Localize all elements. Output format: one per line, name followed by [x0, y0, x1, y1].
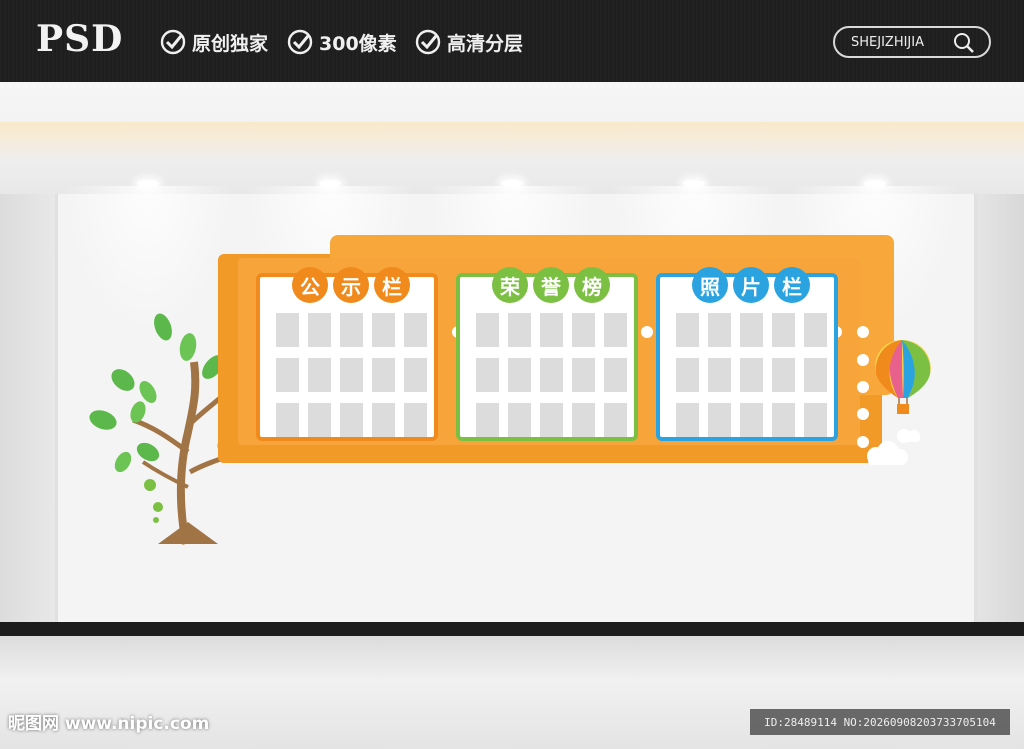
ceiling-spotlight	[501, 180, 523, 187]
photo-slot	[404, 358, 427, 392]
check-circle-icon	[415, 29, 441, 55]
photo-slot	[276, 403, 299, 437]
photo-slot	[508, 403, 531, 437]
photo-slot	[540, 358, 563, 392]
photo-slot	[804, 358, 827, 392]
photo-slot	[476, 313, 499, 347]
psd-logo: PSD	[36, 18, 124, 60]
photo-slot	[540, 313, 563, 347]
ceiling-spotlight	[137, 180, 159, 187]
photo-slot	[676, 313, 699, 347]
title-char: 栏	[774, 267, 810, 303]
feature-label: 原创独家	[192, 32, 269, 55]
photo-slot	[308, 358, 331, 392]
photo-slot	[772, 358, 795, 392]
photo-slot	[740, 358, 763, 392]
photo-slot	[404, 403, 427, 437]
photo-slot	[476, 403, 499, 437]
photo-slot	[308, 313, 331, 347]
photo-slot	[404, 313, 427, 347]
photo-slot	[708, 358, 731, 392]
feature-label: 高清分层	[447, 32, 524, 55]
ceiling-light-glow	[0, 122, 1024, 162]
ceiling-spotlight	[864, 180, 886, 187]
photo-slot	[476, 358, 499, 392]
feature-label: 300像素	[319, 32, 397, 55]
photo-slot	[572, 403, 595, 437]
photo-slot	[340, 358, 363, 392]
photo-slot	[372, 403, 395, 437]
ceiling-spotlight	[683, 180, 705, 187]
photo-slot	[804, 403, 827, 437]
image-id-text: ID:28489114 NO:20260908203733705104	[764, 715, 996, 729]
check-circle-icon	[160, 29, 186, 55]
notice-board-section: 公 示 栏	[256, 267, 438, 441]
photo-slot	[708, 313, 731, 347]
title-char: 照	[692, 267, 728, 303]
photo-slot	[508, 358, 531, 392]
feature-resolution: 300像素	[287, 28, 397, 56]
photo-slot	[604, 313, 627, 347]
photo-slot	[340, 313, 363, 347]
photo-grid	[476, 313, 627, 437]
cloud-decoration	[867, 429, 920, 465]
photo-grid	[676, 313, 827, 437]
photo-board-section: 照 片 栏	[656, 267, 838, 441]
photo-slot	[676, 358, 699, 392]
section-title: 公 示 栏	[292, 267, 410, 303]
photo-slot	[804, 313, 827, 347]
photo-slot	[508, 313, 531, 347]
decor-dot	[641, 326, 653, 338]
title-char: 栏	[374, 267, 410, 303]
photo-slot	[772, 313, 795, 347]
photo-slot	[676, 403, 699, 437]
photo-grid	[276, 313, 427, 437]
feature-original: 原创独家	[160, 28, 268, 56]
photo-slot	[604, 403, 627, 437]
watermark: 昵图网 www.nipic.com	[8, 714, 210, 734]
photo-slot	[772, 403, 795, 437]
ceiling-spotlight	[319, 180, 341, 187]
search-icon[interactable]	[953, 32, 975, 54]
title-char: 榜	[574, 267, 610, 303]
decor-dot	[857, 354, 869, 366]
title-char: 片	[733, 267, 769, 303]
photo-slot	[740, 313, 763, 347]
photo-slot	[572, 313, 595, 347]
section-title: 照 片 栏	[692, 267, 810, 303]
photo-slot	[276, 313, 299, 347]
photo-slot	[540, 403, 563, 437]
photo-slot	[372, 358, 395, 392]
title-char: 誉	[533, 267, 569, 303]
feature-layers: 高清分层	[415, 28, 523, 56]
hot-air-balloon-icon	[875, 340, 931, 414]
image-id-bar: ID:28489114 NO:20260908203733705104	[750, 709, 1010, 735]
photo-slot	[572, 358, 595, 392]
photo-slot	[708, 403, 731, 437]
photo-slot	[308, 403, 331, 437]
title-char: 示	[333, 267, 369, 303]
decor-dot	[857, 408, 869, 420]
photo-slot	[372, 313, 395, 347]
title-char: 公	[292, 267, 328, 303]
search-text: SHEJIZHIJIA	[851, 34, 924, 50]
photo-slot	[740, 403, 763, 437]
photo-slot	[340, 403, 363, 437]
top-banner: PSD 原创独家 300像素 高清分层 SHEJIZHIJIA	[0, 0, 1024, 82]
search-box[interactable]: SHEJIZHIJIA	[833, 26, 991, 58]
section-title: 荣 誉 榜	[492, 267, 610, 303]
photo-slot	[604, 358, 627, 392]
decor-dot	[857, 381, 869, 393]
title-char: 荣	[492, 267, 528, 303]
honor-board-section: 荣 誉 榜	[456, 267, 638, 441]
check-circle-icon	[287, 29, 313, 55]
baseboard	[0, 622, 1024, 636]
decor-dot	[857, 326, 869, 338]
photo-slot	[276, 358, 299, 392]
